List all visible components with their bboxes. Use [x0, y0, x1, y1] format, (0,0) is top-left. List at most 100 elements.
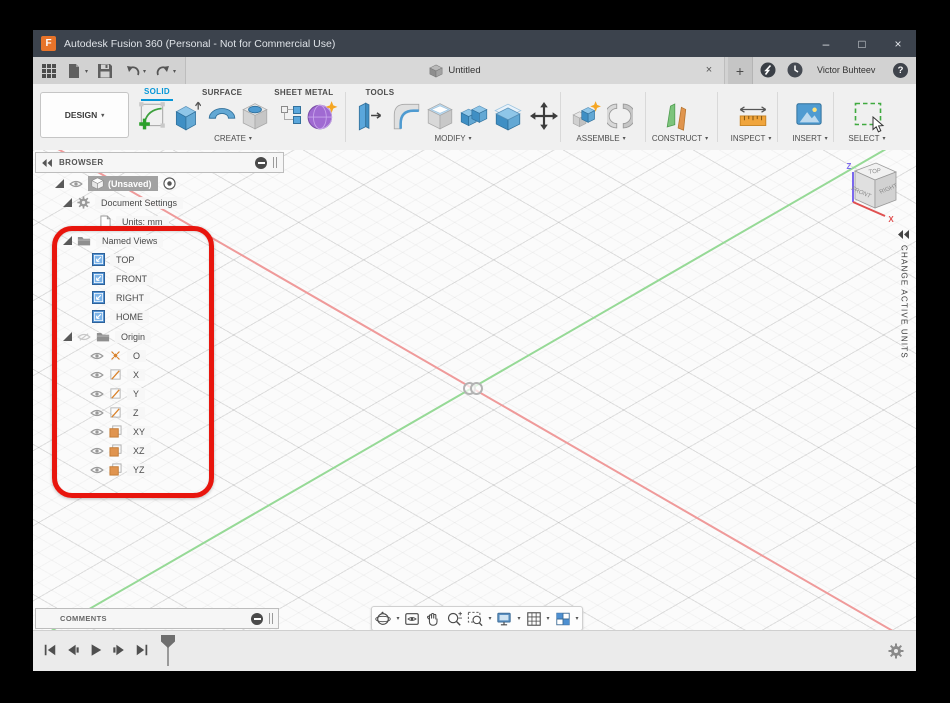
- fillet-icon[interactable]: [390, 100, 422, 132]
- collapse-left-icon[interactable]: [898, 230, 910, 239]
- press-pull-icon[interactable]: [355, 100, 385, 132]
- browser-minimize-icon[interactable]: [255, 156, 267, 169]
- unsaved-label: (Unsaved): [108, 178, 152, 189]
- comments-resize-grip[interactable]: [269, 613, 273, 624]
- new-component-icon[interactable]: [570, 100, 602, 132]
- component-cube-icon: [91, 177, 104, 190]
- step-back-icon[interactable]: [66, 643, 80, 657]
- pan-icon[interactable]: [425, 611, 441, 627]
- combine-icon[interactable]: [458, 100, 490, 132]
- tree-row-unsaved[interactable]: (Unsaved): [35, 175, 305, 192]
- activate-radio-icon[interactable]: [162, 177, 176, 190]
- hole-icon[interactable]: [240, 100, 270, 132]
- modify-group-label[interactable]: MODIFY ▾: [413, 134, 493, 143]
- viewports-icon[interactable]: [555, 611, 571, 627]
- construct-label-text: CONSTRUCT: [651, 134, 703, 143]
- document-tab[interactable]: Untitled ×: [185, 57, 725, 84]
- zoom-icon[interactable]: [446, 611, 463, 627]
- browser-resize-grip[interactable]: [273, 157, 277, 168]
- move-icon[interactable]: [530, 100, 558, 132]
- red-highlight-annotation: [52, 226, 214, 498]
- redo-caret-icon[interactable]: ▾: [173, 68, 176, 75]
- tab-surface[interactable]: SURFACE: [199, 86, 245, 100]
- play-icon[interactable]: [89, 643, 103, 657]
- fusion360-window: F Autodesk Fusion 360 (Personal - Not fo…: [33, 30, 916, 671]
- expander-icon[interactable]: [55, 179, 64, 188]
- split-body-icon[interactable]: [493, 100, 523, 132]
- measure-icon[interactable]: [737, 104, 769, 130]
- step-forward-icon[interactable]: [112, 643, 126, 657]
- modify-label-text: MODIFY: [434, 134, 466, 143]
- tab-close-icon[interactable]: ×: [702, 63, 716, 77]
- maximize-button[interactable]: □: [844, 30, 880, 57]
- browser-panel-title: BROWSER: [59, 158, 104, 167]
- origin-marker[interactable]: [470, 382, 483, 395]
- construct-group-label[interactable]: CONSTRUCT ▾: [639, 134, 721, 143]
- display-settings-caret-icon[interactable]: ▾: [517, 615, 520, 622]
- history-clock-icon[interactable]: [787, 62, 803, 78]
- design-label: DESIGN: [64, 110, 98, 120]
- browser-panel-header[interactable]: BROWSER: [35, 152, 284, 173]
- fusion-logo-icon: F: [41, 36, 56, 51]
- extrude-icon[interactable]: [173, 100, 201, 132]
- insert-group-label[interactable]: INSERT ▾: [779, 134, 841, 143]
- revolve-icon[interactable]: [206, 100, 238, 130]
- create-form-icon[interactable]: [306, 100, 338, 132]
- view-cube[interactable]: TOP FRONT RIGHT Z X: [833, 158, 913, 224]
- minimize-button[interactable]: –: [808, 30, 844, 57]
- go-to-end-icon[interactable]: [135, 643, 149, 657]
- close-button[interactable]: ×: [880, 30, 916, 57]
- tree-row-document-settings[interactable]: Document Settings: [35, 194, 313, 211]
- job-status-icon[interactable]: [760, 62, 776, 78]
- grid-snap-icon[interactable]: [526, 611, 542, 627]
- create-sketch-icon[interactable]: [136, 100, 168, 132]
- timeline-settings-gear-icon[interactable]: [888, 643, 904, 659]
- file-menu-caret-icon[interactable]: ▾: [85, 68, 88, 75]
- create-group-label[interactable]: CREATE ▾: [193, 134, 273, 143]
- comments-panel-header[interactable]: COMMENTS: [35, 608, 279, 629]
- look-at-icon[interactable]: [404, 611, 420, 627]
- comments-minimize-icon[interactable]: [251, 612, 263, 625]
- design-workspace-button[interactable]: DESIGN ▾: [40, 92, 129, 138]
- browser-collapse-icon[interactable]: [42, 158, 53, 167]
- viewports-caret-icon[interactable]: ▾: [576, 615, 579, 622]
- undo-caret-icon[interactable]: ▾: [143, 68, 146, 75]
- derive-icon[interactable]: [280, 104, 302, 128]
- tab-tools[interactable]: TOOLS: [362, 86, 397, 100]
- user-account-name[interactable]: Victor Buhteev: [817, 65, 875, 75]
- go-to-start-icon[interactable]: [43, 643, 57, 657]
- expander-icon[interactable]: [63, 198, 72, 207]
- timeline-bar: [33, 630, 916, 671]
- change-active-units-panel[interactable]: CHANGE ACTIVE UNITS: [892, 230, 916, 380]
- comments-label: COMMENTS: [60, 614, 107, 623]
- app-grid-icon[interactable]: [41, 63, 57, 79]
- undo-icon[interactable]: [125, 63, 141, 79]
- redo-icon[interactable]: [155, 63, 171, 79]
- display-settings-icon[interactable]: [496, 611, 512, 627]
- zoom-window-icon[interactable]: [467, 611, 484, 627]
- unsaved-selection[interactable]: (Unsaved): [88, 176, 158, 191]
- help-icon[interactable]: ?: [893, 63, 908, 78]
- tab-solid[interactable]: SOLID: [141, 85, 173, 101]
- grid-snap-caret-icon[interactable]: ▾: [547, 615, 550, 622]
- title-bar: F Autodesk Fusion 360 (Personal - Not fo…: [33, 30, 916, 57]
- gear-icon: [77, 196, 90, 209]
- construction-plane-icon[interactable]: [665, 100, 689, 132]
- orbit-caret-icon[interactable]: ▾: [396, 615, 399, 622]
- select-group-label[interactable]: SELECT ▾: [835, 134, 899, 143]
- joint-icon[interactable]: [607, 100, 633, 132]
- eye-icon[interactable]: [69, 179, 83, 189]
- orbit-icon[interactable]: [375, 611, 392, 627]
- tab-sheet-metal[interactable]: SHEET METAL: [271, 86, 336, 100]
- zoom-window-caret-icon[interactable]: ▾: [488, 615, 491, 622]
- timeline-marker-handle[interactable]: [161, 635, 175, 648]
- new-tab-button[interactable]: +: [728, 57, 753, 84]
- save-icon[interactable]: [97, 63, 113, 79]
- inspect-group-label[interactable]: INSPECT ▾: [717, 134, 785, 143]
- insert-label-text: INSERT: [792, 134, 822, 143]
- file-menu-icon[interactable]: [66, 63, 82, 79]
- insert-caret-icon: ▾: [824, 136, 828, 142]
- insert-image-icon[interactable]: [795, 100, 823, 128]
- assemble-group-label[interactable]: ASSEMBLE ▾: [557, 134, 645, 143]
- shell-icon[interactable]: [425, 100, 455, 132]
